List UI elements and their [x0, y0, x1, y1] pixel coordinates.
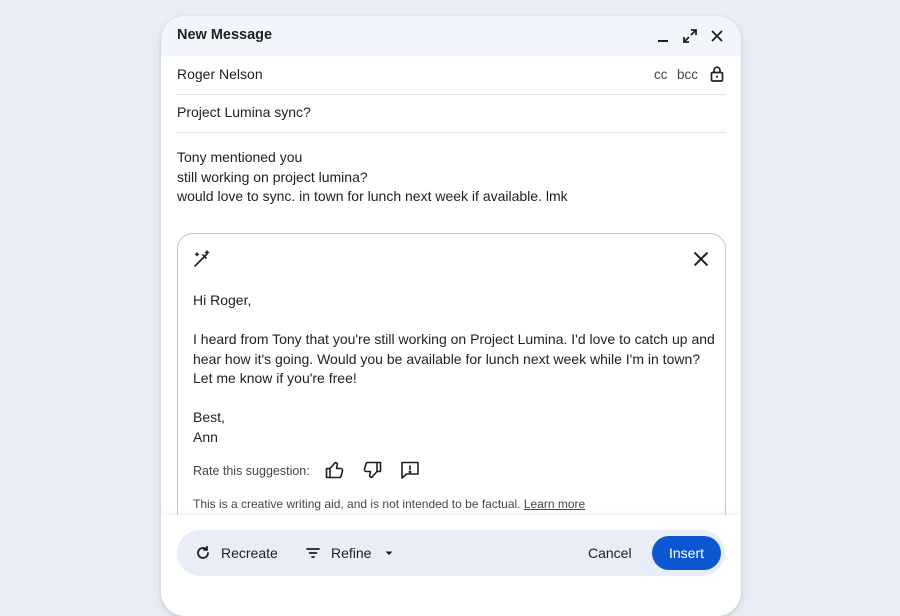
suggestion-line: Hi Roger,: [193, 292, 252, 308]
suggestion-text: Hi Roger, I heard from Tony that you're …: [193, 291, 715, 447]
refine-label: Refine: [331, 545, 372, 561]
minimize-icon: [658, 40, 668, 42]
recreate-label: Recreate: [221, 545, 278, 561]
action-bar: Recreate Refine Cancel Insert: [177, 530, 725, 576]
suggestion-line: [193, 389, 715, 409]
thumbs-down-icon[interactable]: [361, 459, 383, 481]
suggestion-line: Ann: [193, 428, 218, 445]
refresh-icon: [197, 545, 209, 559]
close-suggestion-icon[interactable]: [692, 250, 710, 268]
message-body[interactable]: Tony mentioned you still working on proj…: [177, 148, 568, 207]
expand-button[interactable]: [678, 24, 702, 48]
suggestion-line: hear how it's going. Would you be availa…: [193, 350, 701, 367]
subject-field[interactable]: Project Lumina sync?: [177, 94, 726, 133]
close-icon: [711, 30, 723, 42]
minimize-button[interactable]: [651, 24, 675, 48]
suggestion-line: Best,: [193, 409, 225, 425]
subject-text: Project Lumina sync?: [177, 104, 311, 120]
caret-down-icon: [385, 551, 393, 555]
learn-more-link[interactable]: Learn more: [524, 497, 585, 511]
close-button[interactable]: [705, 24, 729, 48]
disclaimer-text: This is a creative writing aid, and is n…: [193, 497, 521, 511]
window-title: New Message: [177, 27, 273, 43]
magic-wand-icon: [194, 250, 210, 267]
to-recipient: Roger Nelson: [177, 66, 263, 82]
filter-icon: [306, 548, 320, 558]
disclaimer: This is a creative writing aid, and is n…: [193, 497, 585, 511]
rate-label: Rate this suggestion:: [193, 464, 310, 478]
recreate-button[interactable]: Recreate: [195, 530, 278, 576]
feedback-icon[interactable]: [399, 459, 421, 481]
footer: Recreate Refine Cancel Insert: [161, 515, 741, 616]
expand-icon: [683, 29, 697, 43]
suggestion-line: Let me know if you're free!: [193, 370, 357, 386]
cancel-label: Cancel: [588, 545, 632, 561]
insert-button[interactable]: Insert: [652, 536, 721, 570]
compose-window: New Message Roger Nelson cc bcc Project …: [161, 16, 741, 616]
to-field[interactable]: Roger Nelson cc bcc: [177, 56, 726, 95]
cancel-button[interactable]: Cancel: [588, 530, 632, 576]
suggestion-line: [193, 311, 715, 331]
cc-button[interactable]: cc: [654, 67, 668, 82]
bcc-button[interactable]: bcc: [677, 67, 698, 82]
lock-icon[interactable]: [708, 65, 726, 83]
title-bar: New Message: [161, 16, 741, 56]
refine-button[interactable]: Refine: [305, 530, 395, 576]
body-line: Tony mentioned you: [177, 149, 303, 165]
body-line: still working on project lumina?: [177, 168, 368, 185]
thumbs-up-icon[interactable]: [324, 459, 346, 481]
suggestion-line: I heard from Tony that you're still work…: [193, 331, 715, 347]
body-line: would love to sync. in town for lunch ne…: [177, 188, 568, 204]
